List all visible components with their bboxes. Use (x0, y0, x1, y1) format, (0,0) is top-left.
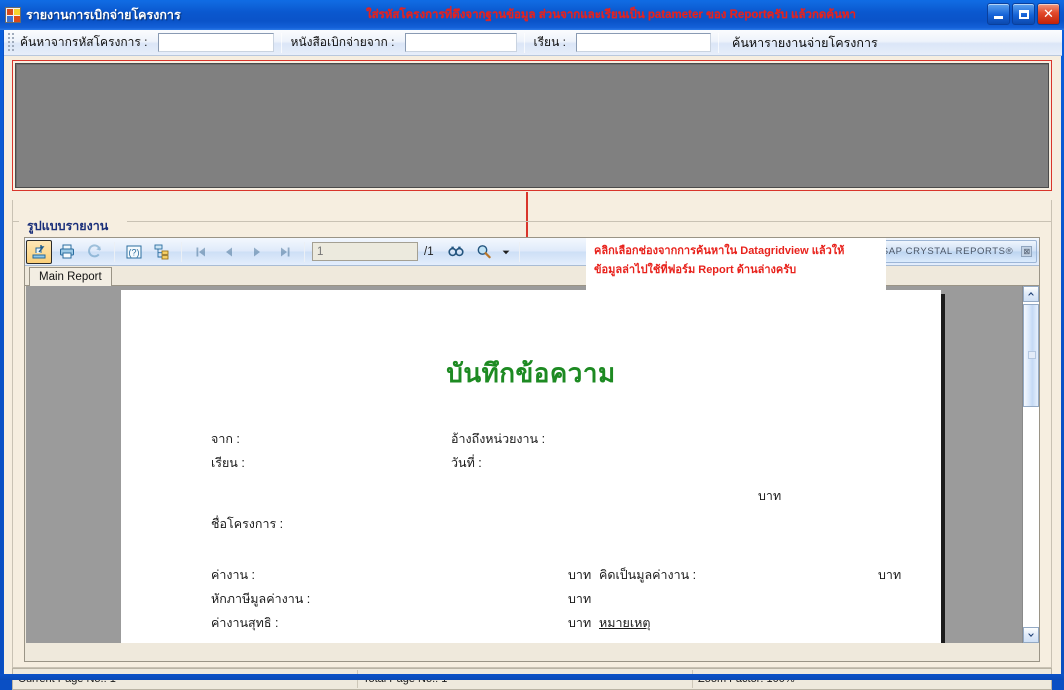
crystal-toolbar: (?) 1 /1 SAP CRYSTAL REPORTS® ⊠ (25, 238, 1039, 266)
group-tree-icon (154, 244, 169, 259)
page-total-label: /1 (424, 245, 434, 258)
chevron-down-icon (1028, 633, 1034, 637)
report-page-area: บันทึกข้อความ จาก : เรียน : อ้างถึงหน่วย… (26, 286, 1038, 643)
toolbar-separator (304, 241, 305, 262)
report-field-ref-unit: อ้างถึงหน่วยงาน : (451, 432, 546, 446)
maximize-icon (1018, 9, 1029, 19)
report-field-remark: หมายเหตุ (599, 616, 651, 630)
report-unit-work-value: บาท (878, 568, 902, 582)
annotation-note-line-1: คลิกเลือกช่องจากการค้นหาใน Datagridview … (594, 245, 845, 257)
window-bottom-edge (0, 674, 1064, 680)
report-field-work-cost: ค่างาน : (211, 568, 255, 582)
help-button[interactable]: (?) (121, 240, 147, 264)
help-icon: (?) (126, 245, 142, 258)
close-button[interactable]: ✕ (1037, 3, 1060, 25)
minimize-icon (994, 15, 1003, 19)
search-report-button[interactable]: ค้นหารายงานจ่ายโครงการ (722, 33, 888, 53)
last-page-button[interactable] (272, 240, 298, 264)
export-icon (32, 244, 46, 258)
project-code-input[interactable] (157, 33, 274, 52)
previous-page-button[interactable] (216, 240, 242, 264)
next-page-icon (254, 247, 260, 256)
report-field-work-value: คิดเป็นมูลค่างาน : (599, 568, 697, 582)
toolbar-separator (518, 241, 520, 262)
report-unit-tax-deduct: บาท (568, 592, 592, 606)
report-field-project-name: ชื่อโครงการ : (211, 517, 284, 531)
export-button[interactable] (26, 239, 52, 264)
toolbar-separator (280, 32, 282, 53)
find-icon (447, 246, 464, 256)
disbursement-from-label: หนังสือเบิกจ่ายจาก : (290, 35, 395, 49)
groupbox-top-border-right (127, 221, 1052, 222)
print-icon (60, 244, 74, 258)
toolbar-grip[interactable] (6, 32, 14, 53)
report-vertical-scrollbar[interactable] (1022, 286, 1039, 643)
datagridview-container (12, 60, 1052, 191)
brand-close-icon[interactable]: ⊠ (1021, 246, 1033, 257)
client-area: ค้นหาจากรหัสโครงการ : หนังสือเบิกจ่ายจาก… (3, 30, 1062, 690)
scrollbar-grip (1028, 351, 1036, 359)
disbursement-from-input[interactable] (404, 33, 517, 52)
application-window: รายงานการเบิกจ่ายโครงการ ใส่รหัสโครงการท… (0, 0, 1064, 690)
next-page-button[interactable] (244, 240, 270, 264)
refresh-button[interactable] (82, 240, 108, 264)
crystal-report-viewer: (?) 1 /1 SAP CRYSTAL REPORTS® ⊠ Main Rep… (24, 237, 1040, 662)
title-bar: รายงานการเบิกจ่ายโครงการ ใส่รหัสโครงการท… (0, 0, 1064, 30)
datagridview[interactable] (15, 63, 1049, 188)
groupbox-top-border-left (12, 221, 19, 222)
application-icon (5, 7, 21, 23)
sap-crystal-reports-brand: SAP CRYSTAL REPORTS® ⊠ (877, 240, 1037, 263)
search-toolbar: ค้นหาจากรหัสโครงการ : หนังสือเบิกจ่ายจาก… (4, 30, 1062, 56)
page-number-input[interactable] (312, 242, 418, 261)
minimize-button[interactable] (987, 3, 1010, 25)
toolbar-separator (114, 241, 115, 262)
print-button[interactable] (54, 240, 80, 264)
chevron-up-icon (1028, 292, 1034, 296)
toolbar-separator (717, 32, 719, 53)
report-field-from: จาก : (211, 432, 240, 446)
group-tree-button[interactable] (149, 240, 175, 264)
maximize-button[interactable] (1012, 3, 1035, 25)
annotation-datagrid-note: คลิกเลือกช่องจากการค้นหาใน Datagridview … (586, 238, 886, 290)
toolbar-separator (523, 32, 525, 53)
crystal-tab-strip: Main Report (25, 266, 1039, 286)
zoom-icon (477, 244, 491, 258)
annotation-title-note: ใส่รหัสโครงการที่ดึงจากฐานข้อมูล ส่วนจาก… (366, 9, 856, 21)
window-controls: ✕ (987, 3, 1060, 25)
report-baht-top: บาท (758, 489, 782, 503)
find-button[interactable] (443, 240, 469, 264)
scrollbar-thumb[interactable] (1023, 304, 1039, 407)
report-field-to: เรียน : (211, 456, 245, 470)
report-field-tax-deduct: หักภาษีมูลค่างาน : (211, 592, 311, 606)
addressed-to-label: เรียน : (533, 35, 566, 49)
report-field-date: วันที่ : (451, 456, 482, 470)
scroll-up-button[interactable] (1023, 286, 1039, 302)
toolbar-separator (181, 241, 182, 262)
window-title: รายงานการเบิกจ่ายโครงการ (26, 8, 181, 22)
first-page-button[interactable] (188, 240, 214, 264)
refresh-icon (88, 243, 101, 257)
last-page-icon (281, 247, 290, 256)
report-unit-work-cost: บาท (568, 568, 592, 582)
scroll-down-button[interactable] (1023, 627, 1039, 643)
report-title: บันทึกข้อความ (446, 358, 616, 388)
first-page-icon (196, 247, 205, 256)
report-field-net-cost: ค่างานสุทธิ : (211, 616, 279, 630)
zoom-dropdown-button[interactable] (499, 240, 513, 264)
annotation-note-line-2: ข้อมูลล่าไปใช้ที่ฟอร์ม Report ด้านล่างคร… (594, 264, 797, 276)
brand-label: SAP CRYSTAL REPORTS® (881, 246, 1014, 257)
report-unit-net-cost: บาท (568, 616, 592, 630)
previous-page-icon (226, 247, 232, 256)
tab-main-report[interactable]: Main Report (29, 267, 112, 286)
report-page: บันทึกข้อความ จาก : เรียน : อ้างถึงหน่วย… (121, 290, 941, 643)
report-format-label: รูปแบบรายงาน (22, 216, 114, 236)
zoom-button[interactable] (471, 240, 497, 264)
addressed-to-input[interactable] (575, 33, 711, 52)
svg-text:(?): (?) (129, 247, 140, 257)
chevron-down-icon (502, 250, 509, 254)
project-code-label: ค้นหาจากรหัสโครงการ : (20, 35, 148, 49)
close-icon: ✕ (1043, 6, 1054, 21)
